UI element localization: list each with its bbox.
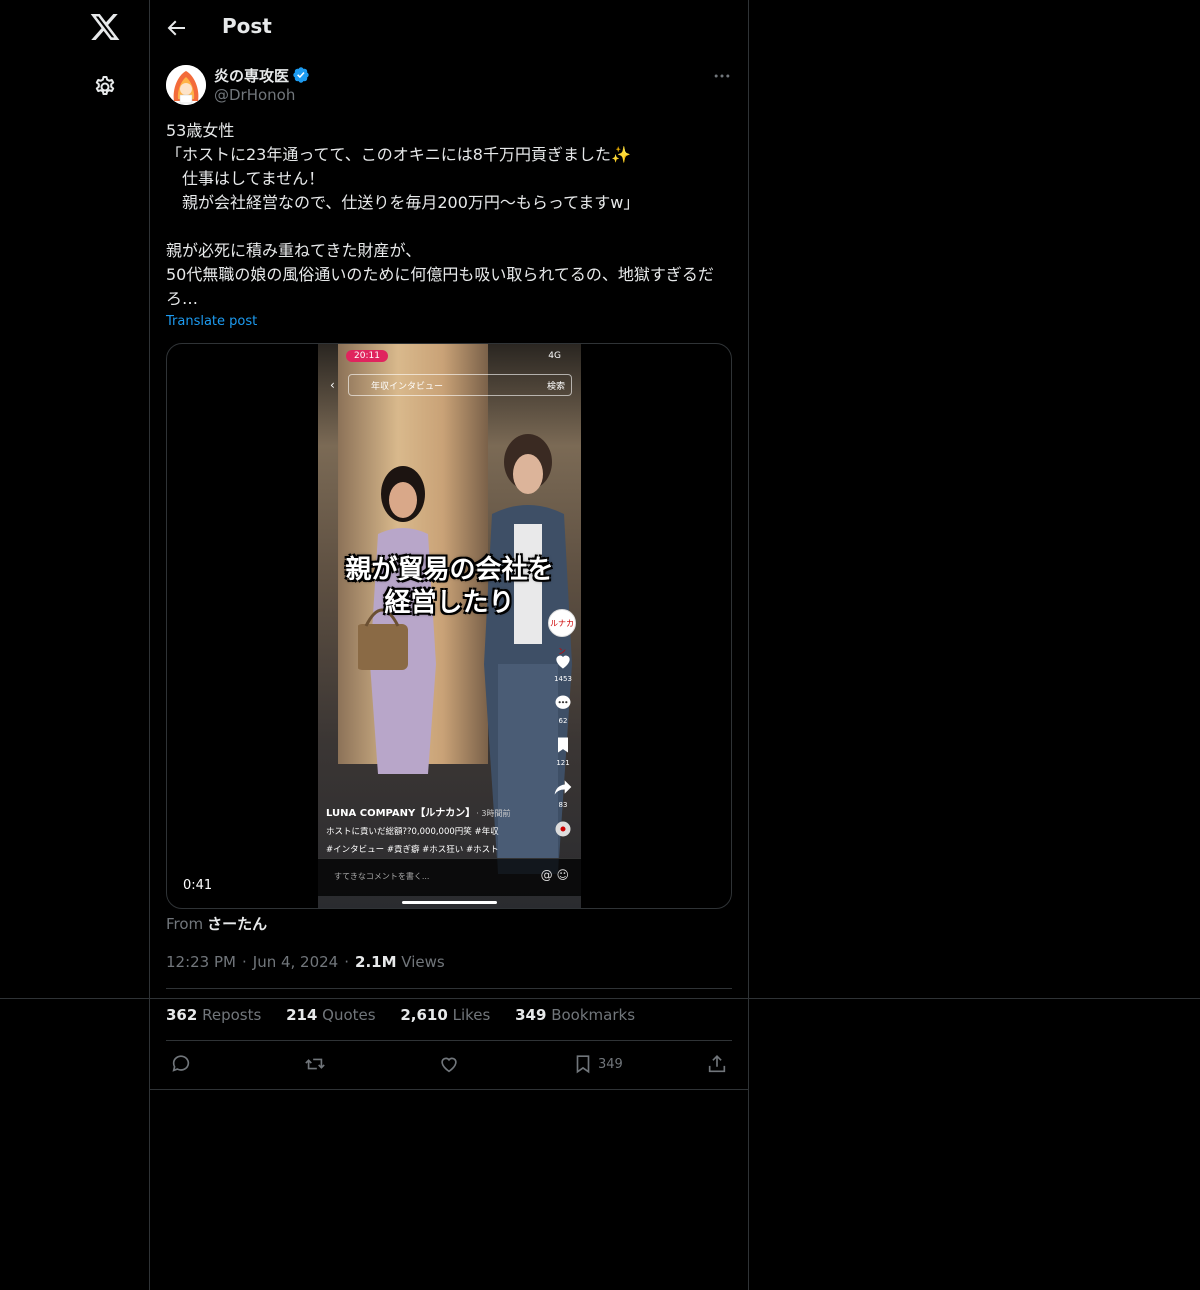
tiktok-shares: 83	[548, 777, 578, 809]
share-button[interactable]	[706, 1053, 728, 1075]
tiktok-like-count: 1453	[554, 675, 572, 683]
tiktok-side-actions: ルナカン 1453 62 121 83	[548, 609, 578, 853]
video-source: From さーたん	[166, 913, 267, 934]
video-caption-line-1: 親が貿易の会社を	[345, 555, 554, 585]
more-options-icon[interactable]	[712, 66, 732, 86]
translate-post-link[interactable]: Translate post	[166, 314, 257, 329]
page-title: Post	[222, 14, 272, 38]
avatar[interactable]	[166, 65, 206, 105]
post-text: 53歳女性 「ホストに23年通ってて、このオキニには8千万円貢ぎました✨ 仕事は…	[166, 121, 714, 308]
bookmark-outline-icon	[576, 1055, 590, 1074]
tiktok-post-time: · 3時間前	[476, 809, 511, 818]
phone-home-indicator	[402, 901, 497, 904]
action-bar: 349	[166, 1053, 732, 1077]
arrow-left-icon[interactable]	[164, 16, 188, 40]
tiktok-search-text: 年収インタビュー	[371, 382, 444, 392]
tiktok-save-count: 121	[556, 759, 570, 767]
tiktok-search-button: 検索	[546, 382, 565, 392]
post-stats: 362 Reposts 214 Quotes 2,610 Likes 349 B…	[166, 1006, 655, 1024]
tiktok-search-bar: 年収インタビュー 検索	[348, 374, 572, 396]
tiktok-description-line-1: ホストに貢いだ総額??0,000,000円笑 #年収	[326, 827, 499, 837]
from-user-link[interactable]: さーたん	[207, 915, 267, 933]
views-count: 2.1M	[355, 953, 397, 971]
tiktok-description-line-2: #インタビュー #貢ぎ癖 #ホス狂い #ホスト	[326, 845, 499, 855]
divider	[166, 988, 732, 989]
bookmark-button[interactable]: 349	[572, 1053, 623, 1075]
tiktok-comments: 62	[548, 693, 578, 725]
phone-status-network: 4G	[548, 351, 561, 361]
phone-status-time: 20:11	[346, 350, 388, 362]
mention-emoji-icons: @ ☺	[540, 868, 569, 882]
divider	[150, 1089, 749, 1090]
likes-stat[interactable]: 2,610 Likes	[400, 1006, 490, 1024]
share-arrow-icon	[554, 780, 572, 795]
comment-bubble-icon	[555, 695, 571, 709]
tiktok-comment-placeholder: すてきなコメントを書く...	[334, 872, 430, 881]
reply-icon	[172, 1055, 190, 1072]
post-meta: 12:23 PM · Jun 4, 2024 · 2.1M Views	[166, 953, 445, 971]
bookmarks-stat[interactable]: 349 Bookmarks	[515, 1006, 635, 1024]
sound-disc-icon	[555, 821, 571, 837]
gear-icon[interactable]	[93, 75, 117, 99]
verified-badge-icon[interactable]	[292, 66, 310, 84]
author-name[interactable]: 炎の専攻医	[214, 65, 289, 86]
full-width-divider	[0, 998, 1200, 999]
from-label: From	[166, 915, 204, 933]
video-player[interactable]: 20:11 4G ‹ 年収インタビュー 検索 親が貿易の会社を 経営したり ルナ…	[166, 343, 732, 909]
tiktok-like: 1453	[548, 651, 578, 683]
heart-icon	[556, 655, 570, 669]
share-icon	[708, 1055, 726, 1073]
tiktok-comment-count: 62	[558, 717, 568, 725]
tiktok-creator-avatar: ルナカン	[548, 609, 576, 656]
tiktok-author-name: LUNA COMPANY【ルナカン】	[326, 808, 471, 819]
bookmark-icon	[558, 737, 568, 753]
tiktok-sound	[548, 819, 578, 843]
quotes-stat[interactable]: 214 Quotes	[286, 1006, 376, 1024]
repost-icon	[305, 1058, 325, 1070]
bookmark-count: 349	[598, 1056, 623, 1072]
tiktok-saves: 121	[548, 735, 578, 767]
left-nav	[0, 0, 150, 1290]
tiktok-share-count: 83	[558, 801, 568, 809]
chevron-left-icon: ‹	[330, 378, 335, 392]
video-caption: 親が貿易の会社を 経営したり	[318, 554, 581, 620]
video-caption-line-2: 経営したり	[384, 588, 515, 618]
tiktok-meta: LUNA COMPANY【ルナカン】 · 3時間前 ホストに貢いだ総額??0,00…	[326, 804, 541, 855]
video-duration: 0:41	[183, 878, 213, 893]
reply-button[interactable]	[170, 1053, 192, 1075]
video-frame: 20:11 4G ‹ 年収インタビュー 検索 親が貿易の会社を 経営したり ルナ…	[318, 344, 581, 908]
tiktok-comment-box: すてきなコメントを書く... @ ☺	[318, 858, 581, 896]
divider	[166, 1040, 732, 1041]
heart-outline-icon	[441, 1057, 457, 1073]
reposts-stat[interactable]: 362 Reposts	[166, 1006, 261, 1024]
x-logo-icon[interactable]	[89, 11, 121, 43]
author-handle[interactable]: @DrHonoh	[214, 86, 295, 104]
post-time[interactable]: 12:23 PM	[166, 953, 236, 971]
views-label: Views	[401, 953, 445, 971]
repost-button[interactable]	[304, 1053, 326, 1075]
avatar-image	[166, 65, 206, 105]
like-button[interactable]	[438, 1053, 460, 1075]
post-date[interactable]: Jun 4, 2024	[253, 953, 338, 971]
tiktok-author: LUNA COMPANY【ルナカン】 · 3時間前	[326, 804, 541, 819]
